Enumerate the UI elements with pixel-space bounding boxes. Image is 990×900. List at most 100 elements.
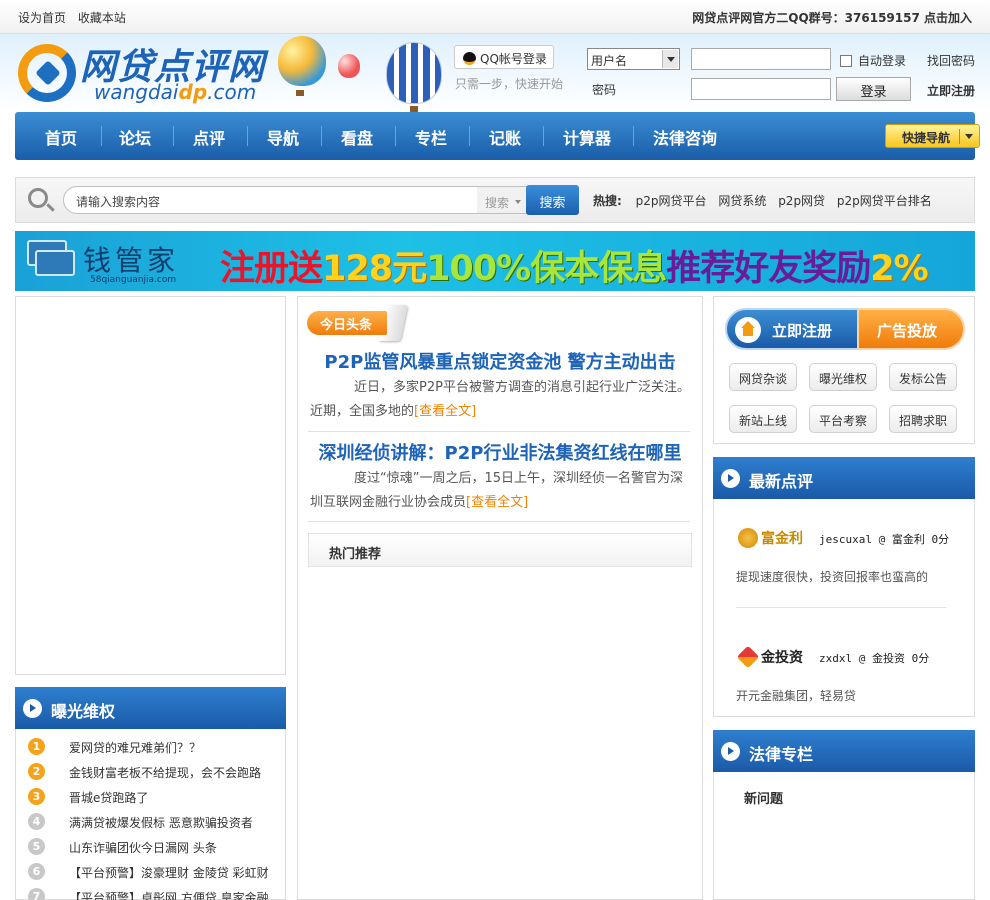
register-link[interactable]: 立即注册 — [927, 82, 975, 99]
exposure-panel-header: 曝光维权 — [15, 687, 286, 729]
advertise-button[interactable]: 广告投放 — [857, 308, 965, 350]
top-links: 设为首页 收藏本站 — [18, 9, 134, 26]
qq-group-link[interactable]: 网贷点评网官方二QQ群号：376159157 点击加入 — [692, 9, 972, 26]
nav-item-accounting[interactable]: 记账 — [489, 125, 521, 149]
find-password-link[interactable]: 找回密码 — [927, 52, 975, 69]
balloon-icon — [386, 42, 442, 104]
tag-button[interactable]: 招聘求职 — [889, 405, 957, 433]
tag-button[interactable]: 网贷杂谈 — [729, 363, 797, 391]
hot-recommend-tab[interactable]: 热门推荐 — [308, 533, 692, 567]
exposure-list: 1 爱网贷的难兄难弟们？？ 2 金钱财富老板不给提现，会不会跑路 3 晋城e贷跑路了 … — [15, 729, 286, 900]
nav-item-calculator[interactable]: 计算器 — [563, 125, 611, 149]
login-button[interactable]: 登录 — [836, 77, 911, 101]
checkbox-icon — [840, 55, 852, 67]
auto-login-checkbox[interactable]: 自动登录 — [840, 52, 906, 69]
nav-divider — [633, 126, 634, 146]
register-now-button[interactable]: 立即注册 — [725, 308, 863, 350]
promo-banner[interactable]: 钱管家 58qianguanjia.com 注册送128元100%保本保息推荐好… — [15, 231, 975, 291]
nav-divider — [173, 126, 174, 146]
platform-logo: 金投资 — [736, 643, 806, 671]
site-logo[interactable]: 网贷点评网 wangdaidp.com — [14, 36, 272, 106]
headline-title[interactable]: 深圳经侦讲解：P2P行业非法集资红线在哪里 — [298, 439, 702, 465]
main-nav: 首页 论坛 点评 导航 看盘 专栏 记账 计算器 法律咨询 快捷导航 — [15, 112, 980, 160]
nav-divider — [469, 126, 470, 146]
chevron-down-icon — [662, 50, 678, 68]
balloon-icon — [278, 36, 326, 86]
read-more-link[interactable]: [查看全文] — [414, 404, 476, 419]
banner-slogan: 注册送128元100%保本保息推荐好友奖励2% — [220, 249, 929, 289]
chevron-down-icon — [965, 134, 973, 139]
username-input[interactable] — [691, 48, 831, 70]
login-type-select[interactable]: 用户名 — [587, 48, 680, 70]
rank-badge: 4 — [28, 813, 45, 830]
coin-icon — [738, 528, 758, 548]
nav-divider — [395, 126, 396, 146]
auto-login-label: 自动登录 — [858, 54, 907, 68]
today-headline-ribbon: 今日头条 — [307, 311, 387, 335]
balloon-basket-icon — [296, 90, 304, 96]
exposure-panel-title[interactable]: 曝光维权 — [51, 698, 115, 722]
tag-button[interactable]: 曝光维权 — [809, 363, 877, 391]
set-home-link[interactable]: 设为首页 — [18, 11, 66, 25]
latest-reviews-header: 最新点评 — [713, 457, 975, 499]
law-column-title[interactable]: 法律专栏 — [749, 741, 813, 765]
law-column-body: 新问题 — [713, 772, 975, 900]
bank-card-icon — [27, 240, 79, 280]
hot-search-label: 热搜: — [593, 194, 622, 208]
tag-button[interactable]: 平台考察 — [809, 405, 877, 433]
quick-actions-panel: 立即注册 广告投放 网贷杂谈 曝光维权 发标公告 新站上线 平台考察 招聘求职 — [713, 296, 975, 444]
banner-brand-url: 58qianguanjia.com — [90, 275, 177, 285]
nav-divider — [247, 126, 248, 146]
login-type-value: 用户名 — [591, 54, 628, 68]
quick-nav-button[interactable]: 快捷导航 — [885, 124, 980, 148]
nav-item-forum[interactable]: 论坛 — [119, 125, 151, 149]
bookmark-link[interactable]: 收藏本站 — [78, 11, 126, 25]
search-button[interactable]: 搜索 — [526, 185, 579, 215]
qq-penguin-icon — [463, 52, 476, 65]
search-input[interactable]: 请输入搜索内容 — [63, 186, 483, 214]
top-bar: 设为首页 收藏本站 网贷点评网官方二QQ群号：376159157 点击加入 — [0, 0, 990, 34]
diamond-icon — [736, 645, 760, 669]
nav-item-directory[interactable]: 导航 — [267, 125, 299, 149]
headline-title[interactable]: P2P监管风暴重点锁定资金池 警方主动出击 — [298, 348, 702, 374]
tag-button[interactable]: 发标公告 — [889, 363, 957, 391]
rank-badge: 3 — [28, 788, 45, 805]
left-ad-slot — [15, 296, 286, 675]
review-divider — [736, 607, 946, 608]
hot-keyword-link[interactable]: p2p网贷平台排名 — [837, 194, 932, 208]
nav-item-column[interactable]: 专栏 — [415, 125, 447, 149]
password-input[interactable] — [691, 78, 831, 100]
headline-divider — [308, 431, 690, 432]
play-circle-icon — [721, 742, 740, 761]
nav-item-legal[interactable]: 法律咨询 — [653, 125, 717, 149]
password-label: 密码 — [592, 83, 617, 97]
review-comment: 开元金融集团，轻易贷 — [736, 689, 857, 703]
hot-search: 热搜: p2p网贷平台 网贷系统 p2p网贷 p2p网贷平台排名 — [593, 192, 940, 209]
headline-divider — [308, 521, 690, 522]
nav-item-home[interactable]: 首页 — [45, 125, 77, 149]
balloon-icon — [338, 54, 360, 78]
hot-keyword-link[interactable]: 网贷系统 — [718, 194, 766, 208]
search-type-select[interactable]: 搜索 — [477, 186, 527, 214]
hot-recommend-label: 热门推荐 — [329, 547, 382, 562]
headline-summary: 近日，多家P2P平台被警方调查的消息引起行业广泛关注。 近期，全国多地的[查看全… — [310, 380, 710, 419]
rank-badge: 6 — [28, 863, 45, 880]
register-now-label: 立即注册 — [772, 322, 833, 340]
review-user: jescuxal @ 富金利 0分 — [819, 533, 950, 546]
play-circle-icon — [721, 469, 740, 488]
latest-reviews-title[interactable]: 最新点评 — [749, 468, 813, 492]
qq-login-button[interactable]: QQ帐号登录 — [454, 45, 554, 69]
review-comment: 提现速度很快，投资回报率也蛮高的 — [736, 570, 929, 584]
nav-item-market[interactable]: 看盘 — [341, 125, 373, 149]
rank-badge: 1 — [28, 738, 45, 755]
quick-nav-divider — [959, 129, 960, 144]
tag-button[interactable]: 新站上线 — [729, 405, 797, 433]
qq-login-tip: 只需一步，快速开始 — [455, 77, 564, 91]
new-question-tab[interactable]: 新问题 — [744, 788, 783, 807]
nav-item-review[interactable]: 点评 — [193, 125, 225, 149]
hot-keyword-link[interactable]: p2p网贷 — [778, 194, 825, 208]
nav-divider — [543, 126, 544, 146]
logo-text-en: wangdaidp.com — [94, 80, 257, 104]
hot-keyword-link[interactable]: p2p网贷平台 — [636, 194, 707, 208]
read-more-link[interactable]: [查看全文] — [466, 495, 528, 510]
